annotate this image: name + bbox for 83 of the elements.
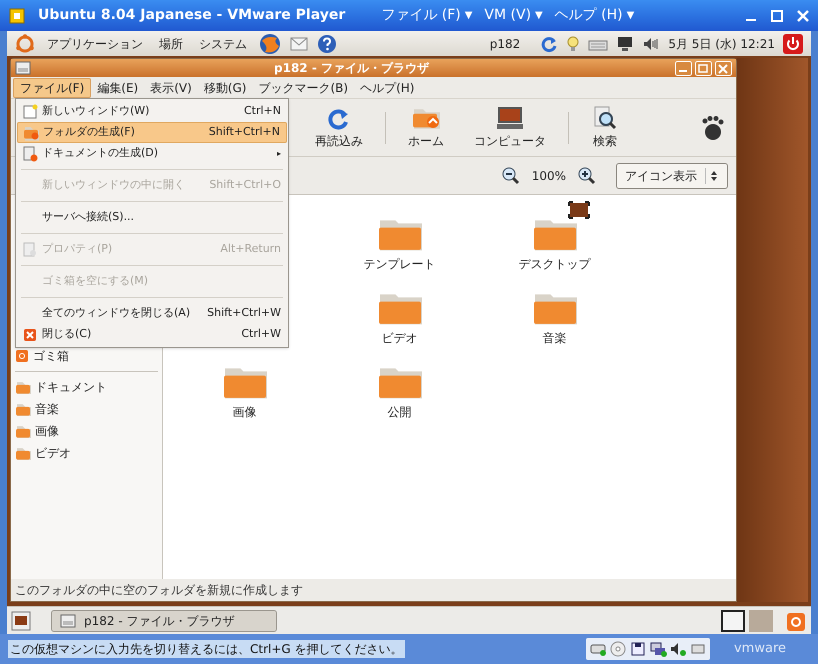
network-icon[interactable] — [648, 640, 667, 658]
caret-icon: ▼ — [535, 8, 543, 23]
sidebar-item[interactable]: ビデオ — [11, 442, 162, 464]
folder-icon — [15, 446, 31, 460]
window-icon — [60, 614, 76, 628]
caret-icon: ▼ — [626, 8, 634, 23]
submenu-arrow-icon: ▸ — [276, 148, 281, 160]
status-bar-text: このフォルダの中に空のフォルダを新規に作成します — [14, 582, 304, 599]
foot-logo-icon — [700, 114, 724, 140]
menu-item[interactable]: フォルダの生成(F) Shift+Ctrl+N — [17, 122, 287, 143]
window-title: p182 - ファイル・ブラウザ — [273, 60, 430, 77]
folder-item[interactable]: 公開 — [322, 363, 477, 437]
workspace-switcher-cell[interactable] — [721, 610, 745, 632]
menu-item[interactable]: 閉じる(C) Ctrl+W — [17, 324, 287, 345]
workspace-switcher-cell[interactable] — [749, 610, 773, 632]
folder-icon — [15, 424, 31, 438]
folder-item[interactable]: ビデオ — [322, 289, 477, 363]
menu-item[interactable]: 新しいウィンドウ(W) Ctrl+N — [17, 101, 287, 122]
menu-item[interactable]: 移動(G) — [198, 78, 252, 98]
panel-menu[interactable]: システム — [195, 34, 251, 52]
panel-menu[interactable]: アプリケーション — [43, 34, 147, 52]
help-icon[interactable] — [317, 34, 337, 54]
menu-item[interactable]: 表示(V) — [144, 78, 198, 98]
toolbar-button[interactable]: 検索 — [583, 106, 627, 150]
folder-item[interactable]: デスクトップ — [477, 215, 632, 289]
user-name: p182 — [490, 36, 520, 52]
menu-item[interactable]: ヘルプ(H) — [354, 78, 420, 98]
power-icon[interactable] — [783, 34, 803, 54]
zoom-out-icon[interactable] — [502, 166, 520, 184]
menu-item[interactable]: 編集(E) — [91, 78, 144, 98]
folder-item[interactable]: 画像 — [167, 363, 322, 437]
folder-item[interactable]: テンプレート — [322, 215, 477, 289]
menu-button[interactable]: ファイル (F) ▼ — [381, 5, 472, 26]
monitor-icon[interactable] — [616, 34, 634, 52]
close-icon — [22, 326, 38, 342]
new-window-icon — [22, 104, 38, 120]
menu-item[interactable]: ファイル(F) — [13, 78, 92, 98]
menu-button[interactable]: VM (V) ▼ — [484, 5, 543, 26]
document-icon — [22, 242, 38, 258]
panel-menu[interactable]: 場所 — [155, 34, 187, 52]
close-icon[interactable] — [796, 8, 810, 22]
sidebar-item[interactable]: ドキュメント — [11, 376, 162, 398]
vmware-logo-icon — [8, 6, 26, 24]
document-add-icon — [22, 146, 38, 162]
close-icon[interactable] — [715, 60, 732, 76]
maximize-icon[interactable] — [770, 8, 784, 22]
menu-item[interactable]: 全てのウィンドウを閉じる(A) Shift+Ctrl+W — [17, 303, 287, 324]
globe-icon[interactable] — [259, 32, 281, 54]
sidebar-item[interactable]: ゴミ箱 — [11, 345, 162, 367]
window-icon — [15, 61, 31, 75]
menu-item[interactable]: サーバへ接続(S)... — [17, 207, 287, 228]
folder-add-icon — [23, 124, 39, 140]
folder-icon — [15, 380, 31, 394]
refresh-icon[interactable] — [540, 34, 558, 52]
ubuntu-logo-icon[interactable] — [15, 34, 35, 54]
trash-icon — [15, 349, 29, 363]
taskbar-button[interactable]: p182 - ファイル・ブラウザ — [51, 610, 277, 632]
zoom-level: 100% — [532, 168, 566, 184]
maximize-icon[interactable] — [695, 60, 712, 76]
toolbar-button[interactable]: ホーム — [400, 106, 452, 150]
menu-button[interactable]: ヘルプ (H) ▼ — [554, 5, 634, 26]
spinner-arrows-icon — [705, 168, 719, 184]
speaker-icon[interactable] — [642, 36, 660, 52]
lightbulb-icon[interactable] — [566, 34, 580, 52]
menu-item[interactable]: ドキュメントの生成(D) ▸ — [17, 143, 287, 164]
toolbar-button[interactable]: 再読込み — [307, 106, 371, 150]
sidebar-item[interactable]: 音楽 — [11, 398, 162, 420]
menu-item[interactable]: ブックマーク(B) — [252, 78, 354, 98]
caret-icon: ▼ — [464, 8, 472, 23]
show-desktop-icon[interactable] — [11, 610, 31, 630]
minimize-icon[interactable] — [675, 60, 692, 76]
sidebar-item[interactable]: 画像 — [11, 420, 162, 442]
view-mode-dropdown[interactable]: アイコン表示 — [616, 162, 728, 188]
status-message: この仮想マシンに入力先を切り替えるには、Ctrl+G を押してください。 — [8, 640, 405, 658]
zoom-in-icon[interactable] — [578, 166, 596, 184]
computer-icon — [496, 106, 524, 130]
toolbar-button[interactable]: コンピュータ — [466, 106, 554, 150]
picture-icon — [568, 201, 590, 219]
clock[interactable]: 5月 5日 (水) 12:21 — [668, 34, 775, 52]
folder-item[interactable]: 音楽 — [477, 289, 632, 363]
brand-logo: vmware — [734, 640, 786, 658]
folder-icon — [15, 402, 31, 416]
window-title: Ubuntu 8.04 Japanese - VMware Player — [38, 6, 346, 25]
